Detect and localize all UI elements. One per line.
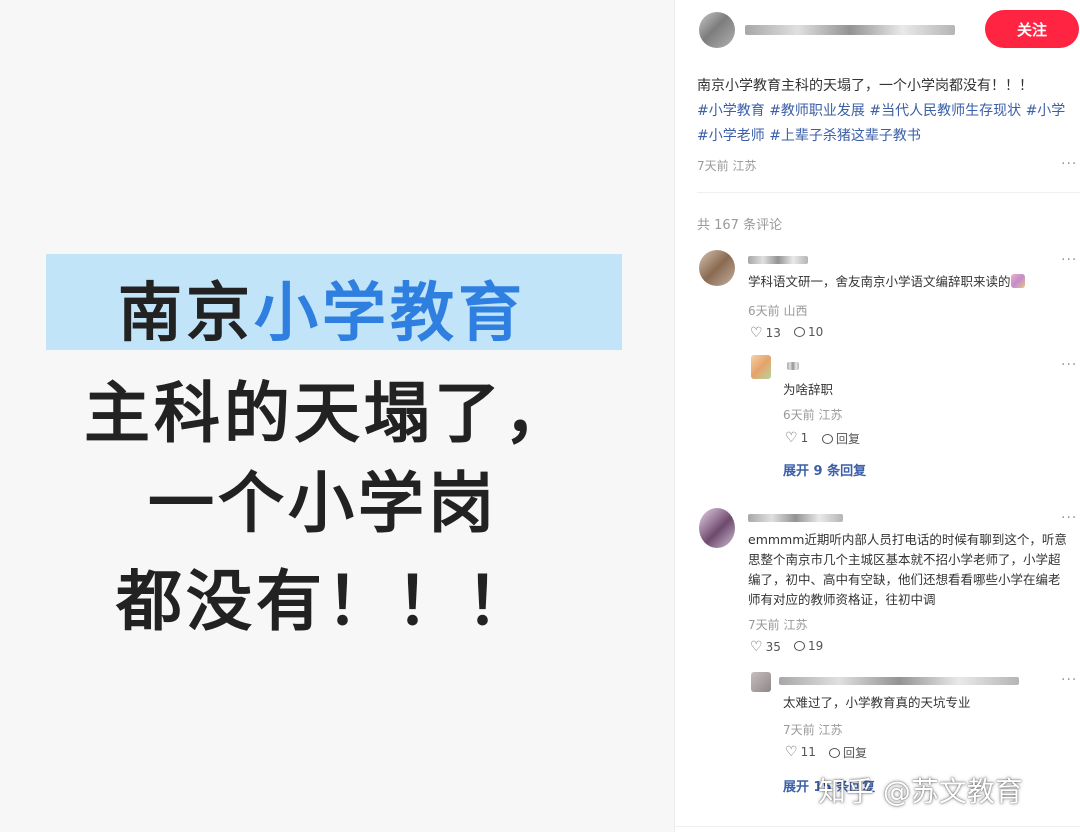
image-title-line-1-b: 小学教育	[254, 277, 526, 351]
post-tag[interactable]: #当代人民教师生存现状	[869, 103, 1021, 119]
comment-text: emmmm近期听内部人员打电话的时候有聊到这个，听意思整个南京市几个主城区基本就…	[748, 532, 1067, 607]
reply-meta: 6天前 江苏	[783, 408, 843, 422]
post-image: 南京小学教育 主科的天塌了， 一个小学岗 都没有！！！	[0, 0, 674, 832]
replier-name-blurred[interactable]	[787, 362, 799, 370]
comment-count: 共 167 条评论	[697, 218, 783, 233]
comment-reply-button[interactable]: 10	[794, 325, 823, 339]
post-tag[interactable]: #小学	[1026, 103, 1066, 119]
post-tag[interactable]: #教师职业发展	[769, 103, 865, 119]
reply-count: 19	[808, 639, 824, 653]
replier-name-blurred[interactable]	[779, 677, 1019, 685]
post-body: 南京小学教育主科的天塌了，一个小学岗都没有！！！ #小学教育 #教师职业发展 #…	[697, 74, 1072, 149]
commenter-name-blurred[interactable]	[748, 514, 843, 522]
commenter-avatar[interactable]	[699, 250, 735, 286]
reply-like-button[interactable]: ♡ 11	[785, 744, 816, 760]
reply-label: 回复	[843, 746, 868, 760]
commenter-name-blurred[interactable]	[748, 256, 808, 264]
comment-text-content: 学科语文研一，舍友南京小学语文编辞职来读的	[748, 274, 1011, 289]
comment-icon	[794, 327, 805, 337]
heart-icon: ♡	[785, 430, 798, 446]
image-title-line-4: 都没有！！！	[116, 563, 536, 640]
author-avatar[interactable]	[699, 12, 735, 48]
comment-like-button[interactable]: ♡ 13	[750, 325, 781, 341]
replier-avatar[interactable]	[751, 355, 771, 379]
comment-icon	[794, 641, 805, 651]
image-title-line-1: 南京小学教育	[118, 262, 526, 354]
like-count: 13	[765, 326, 781, 340]
comment-like-button[interactable]: ♡ 35	[750, 639, 781, 655]
reply-reply-button[interactable]: 回复	[829, 744, 867, 761]
post-meta: 7天前 江苏	[697, 159, 757, 173]
heart-icon: ♡	[750, 325, 763, 341]
heart-icon: ♡	[750, 639, 763, 655]
divider	[675, 826, 1080, 827]
image-title-line-1-a: 南京	[118, 277, 254, 351]
commenter-avatar[interactable]	[699, 508, 735, 548]
reply-label: 回复	[836, 432, 861, 446]
watermark: 知乎 @苏文教育	[818, 775, 1023, 808]
replier-avatar[interactable]	[751, 672, 771, 692]
comment-meta: 7天前 江苏	[748, 618, 808, 632]
comment-icon	[822, 433, 833, 444]
reply-more-icon[interactable]: ···	[1061, 672, 1077, 688]
reply-text: 太难过了，小学教育真的天坑专业	[783, 695, 971, 710]
expand-replies-link[interactable]: 展开 9 条回复	[783, 460, 866, 479]
post-tag[interactable]: #小学老师	[697, 128, 765, 144]
post-more-icon[interactable]: ···	[1061, 156, 1077, 172]
reply-text: 为啥辞职	[783, 382, 834, 397]
reply-more-icon[interactable]: ···	[1061, 357, 1077, 373]
emoji-icon	[1010, 274, 1025, 288]
like-count: 11	[800, 745, 816, 759]
reply-like-button[interactable]: ♡ 1	[785, 430, 808, 446]
author-name-blurred[interactable]	[745, 25, 955, 35]
like-count: 35	[765, 640, 781, 654]
post-detail-panel: 关注 南京小学教育主科的天塌了，一个小学岗都没有！！！ #小学教育 #教师职业发…	[675, 0, 1080, 832]
reply-reply-button[interactable]: 回复	[822, 430, 860, 447]
reply-count: 10	[808, 325, 824, 339]
comment-text: 学科语文研一，舍友南京小学语文编辞职来读的	[748, 272, 1068, 292]
comment-more-icon[interactable]: ···	[1061, 252, 1077, 268]
comment-more-icon[interactable]: ···	[1061, 510, 1077, 526]
heart-icon: ♡	[785, 744, 798, 760]
image-title-line-2: 主科的天塌了，	[84, 375, 574, 452]
comment-meta: 6天前 山西	[748, 304, 808, 318]
post-title: 南京小学教育主科的天塌了，一个小学岗都没有！！！	[697, 78, 1033, 94]
post-tag[interactable]: #上辈子杀猪这辈子教书	[769, 128, 921, 144]
reply-meta: 7天前 江苏	[783, 723, 843, 737]
follow-button[interactable]: 关注	[985, 10, 1079, 48]
divider	[697, 192, 1080, 193]
comment-icon	[829, 747, 840, 758]
image-title-line-3: 一个小学岗	[148, 465, 498, 542]
comment-reply-button[interactable]: 19	[794, 639, 823, 653]
post-tag[interactable]: #小学教育	[697, 103, 765, 119]
like-count: 1	[800, 431, 809, 445]
